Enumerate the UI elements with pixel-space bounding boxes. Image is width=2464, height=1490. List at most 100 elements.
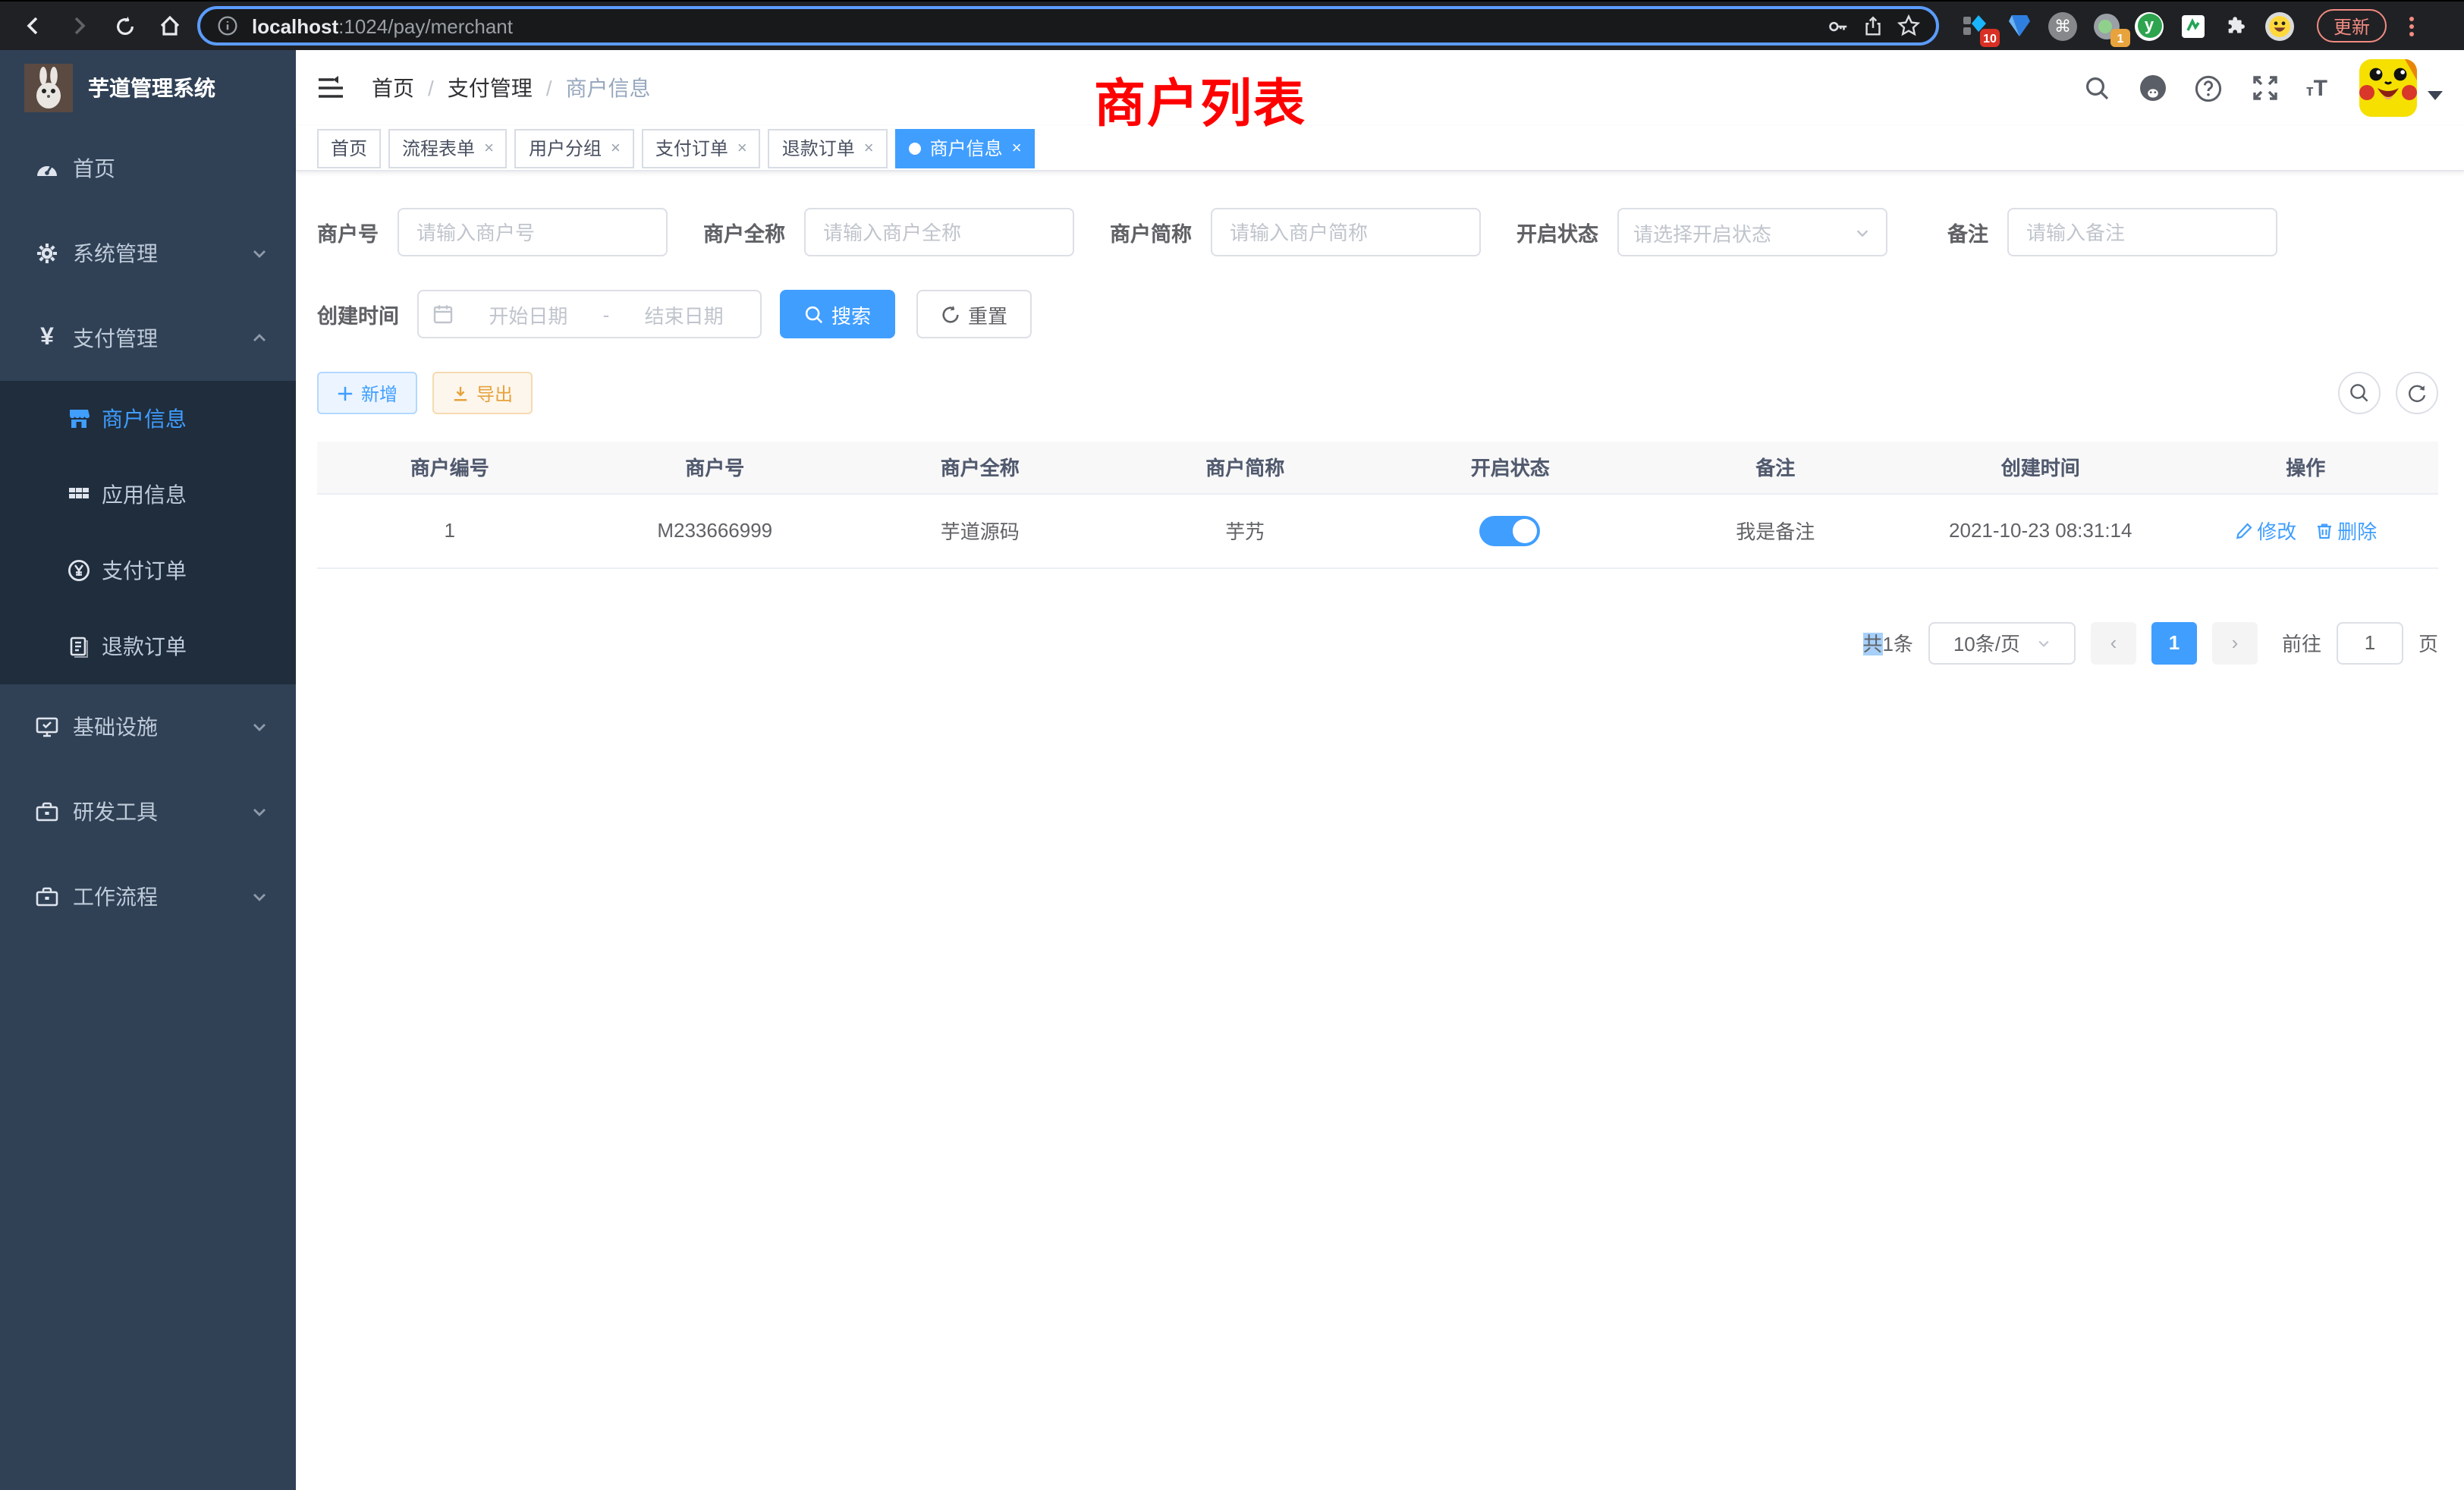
sidebar-item-label: 基础设施 [73, 712, 237, 742]
ext-gem-icon[interactable] [2004, 11, 2035, 41]
sidebar-item-infrastructure[interactable]: 基础设施 [0, 684, 296, 769]
home-icon[interactable] [152, 8, 188, 44]
tab-merchant-info[interactable]: 商户信息× [895, 128, 1036, 168]
edit-button[interactable]: 修改 [2234, 516, 2296, 545]
tab-refund-order[interactable]: 退款订单× [768, 128, 888, 168]
filter-label-full-name: 商户全称 [703, 217, 785, 247]
user-menu[interactable] [2359, 59, 2443, 117]
address-bar[interactable]: localhost:1024/pay/merchant [197, 6, 1939, 46]
chevron-down-icon [250, 888, 269, 906]
fontsize-icon[interactable]: тT [2306, 77, 2327, 99]
export-button[interactable]: 导出 [432, 372, 533, 414]
cell-short-name: 芋艿 [1113, 493, 1378, 567]
sidebar-item-app-info[interactable]: 应用信息 [0, 457, 296, 533]
page-1-button[interactable]: 1 [2151, 621, 2197, 664]
dashboard-icon [35, 156, 59, 181]
back-icon[interactable] [15, 8, 52, 44]
col-merchant-no: 商户号 [583, 442, 848, 493]
col-short-name: 商户简称 [1113, 442, 1378, 493]
page-annotation: 商户列表 [1094, 62, 1306, 137]
remark-input[interactable] [2007, 208, 2277, 256]
sidebar-item-label: 系统管理 [73, 238, 237, 269]
prev-page-button[interactable]: ‹ [2091, 621, 2136, 664]
calendar-icon [432, 303, 454, 325]
short-name-input[interactable] [1210, 208, 1480, 256]
reload-icon[interactable] [106, 8, 143, 44]
sidebar-item-merchant-info[interactable]: 商户信息 [0, 381, 296, 457]
goto-page-input[interactable] [2337, 621, 2403, 664]
cell-remark: 我是备注 [1643, 493, 1909, 567]
sidebar-item-dev-tools[interactable]: 研发工具 [0, 769, 296, 854]
close-icon[interactable]: × [1012, 139, 1022, 157]
sidebar-item-label: 工作流程 [73, 882, 237, 912]
full-name-input[interactable] [803, 208, 1073, 256]
sidebar-item-home[interactable]: 首页 [0, 126, 296, 211]
ext-puzzle-icon[interactable] [2221, 11, 2252, 41]
tab-pay-order[interactable]: 支付订单× [642, 128, 761, 168]
breadcrumb-home[interactable]: 首页 [372, 73, 414, 103]
navbar-actions: тT [2082, 59, 2443, 117]
sidebar-item-label: 退款订单 [102, 631, 269, 662]
forward-icon[interactable] [61, 8, 97, 44]
tab-home[interactable]: 首页 [317, 128, 381, 168]
merchant-no-input[interactable] [397, 208, 667, 256]
help-icon[interactable] [2194, 73, 2224, 103]
update-button[interactable]: 更新 [2317, 9, 2387, 42]
breadcrumb-payment[interactable]: 支付管理 [448, 73, 533, 103]
refund-doc-icon [67, 634, 91, 659]
ext-badge-one: 1 [2110, 29, 2130, 47]
status-toggle[interactable] [1480, 515, 1541, 545]
header-search-icon[interactable] [2082, 73, 2112, 103]
table-header-row: 商户编号 商户号 商户全称 商户简称 开启状态 备注 创建时间 操作 [317, 442, 2438, 493]
info-icon[interactable] [215, 14, 240, 38]
ext-notes-icon[interactable] [2177, 11, 2208, 41]
share-icon[interactable] [1862, 14, 1884, 37]
gear-icon [35, 241, 59, 266]
page-size-select[interactable]: 10条/页 [1928, 621, 2076, 664]
ext-status-icon[interactable]: 1 [2091, 11, 2121, 41]
sidebar-item-refund-order[interactable]: 退款订单 [0, 608, 296, 684]
sidebar-item-system[interactable]: 系统管理 [0, 211, 296, 296]
status-select[interactable]: 请选择开启状态 [1617, 208, 1887, 256]
next-page-button[interactable]: › [2212, 621, 2258, 664]
key-icon[interactable] [1827, 14, 1850, 37]
sidebar-collapse-icon[interactable] [317, 73, 347, 103]
sidebar-item-payment[interactable]: ¥ 支付管理 [0, 296, 296, 381]
filter-label-status: 开启状态 [1516, 217, 1598, 247]
delete-button[interactable]: 删除 [2315, 516, 2377, 545]
sidebar-item-workflow[interactable]: 工作流程 [0, 854, 296, 939]
toolbox-icon [35, 885, 59, 909]
github-icon[interactable] [2138, 73, 2168, 103]
close-icon[interactable]: × [864, 139, 874, 157]
ext-command-icon[interactable]: ⌘ [2048, 11, 2077, 40]
date-range-picker[interactable]: 开始日期 - 结束日期 [417, 290, 762, 338]
sidebar-item-pay-order[interactable]: 支付订单 [0, 533, 296, 608]
app-logo-row[interactable]: 芋道管理系统 [0, 50, 296, 126]
search-button[interactable]: 搜索 [780, 290, 895, 338]
ext-badge: 10 [1980, 29, 2000, 47]
sidebar-item-label: 支付订单 [102, 555, 269, 586]
ext-yuque-icon[interactable]: y [2135, 11, 2164, 40]
fullscreen-icon[interactable] [2250, 73, 2280, 103]
browser-menu-icon[interactable] [2409, 16, 2414, 36]
close-icon[interactable]: × [737, 139, 747, 157]
bookmark-star-icon[interactable] [1897, 14, 1921, 38]
close-icon[interactable]: × [611, 139, 621, 157]
close-icon[interactable]: × [484, 139, 494, 157]
url-path: :1024/pay/merchant [338, 14, 513, 37]
refresh-button[interactable] [2396, 372, 2438, 414]
screen: localhost:1024/pay/merchant 10 ⌘ [0, 0, 2464, 1490]
ext-emoji-icon[interactable] [2265, 11, 2294, 40]
table-row: 1 M233666999 芋道源码 芋艿 我是备注 2021-10-23 08:… [317, 493, 2438, 567]
tab-process-form[interactable]: 流程表单× [388, 128, 508, 168]
merchant-table: 商户编号 商户号 商户全称 商户简称 开启状态 备注 创建时间 操作 1 [317, 442, 2438, 568]
filter-label-create-time: 创建时间 [317, 299, 399, 329]
tab-user-group[interactable]: 用户分组× [515, 128, 634, 168]
filter-label-merchant-no: 商户号 [317, 217, 379, 247]
reset-button[interactable]: 重置 [916, 290, 1032, 338]
grid-icon [67, 483, 91, 507]
ext-sketch-icon[interactable]: 10 [1960, 11, 1991, 41]
add-button[interactable]: 新增 [317, 372, 417, 414]
url-text[interactable]: localhost:1024/pay/merchant [252, 14, 1815, 37]
show-search-button[interactable] [2338, 372, 2381, 414]
